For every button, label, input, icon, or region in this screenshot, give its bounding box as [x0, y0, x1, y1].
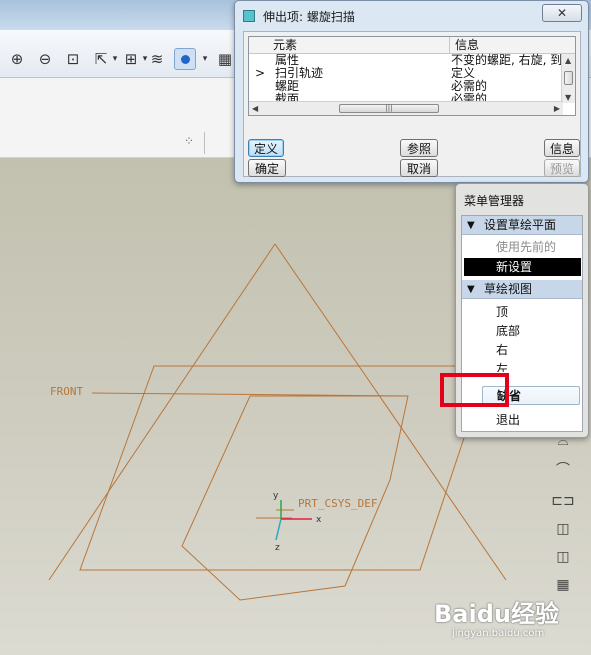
- ok-button[interactable]: 确定: [248, 159, 286, 177]
- scroll-thumb[interactable]: |||: [339, 104, 439, 113]
- section-sketch-view[interactable]: ▼ 草绘视图: [462, 280, 582, 299]
- menu-title: 菜单管理器: [464, 194, 525, 208]
- dialog-title: 伸出项: 螺旋扫描: [263, 9, 355, 24]
- triangle-outline-left: [48, 243, 276, 581]
- datum-plane-icon[interactable]: ◫: [552, 518, 574, 540]
- helical-sweep-dialog: 伸出项: 螺旋扫描 ✕ 元素 信息 属性 不变的螺距, 右旋, 到 > 扫引轨迹…: [234, 0, 589, 183]
- scroll-left-icon[interactable]: ◀: [252, 104, 258, 113]
- menu-item-use-previous[interactable]: 使用先前的: [462, 238, 582, 256]
- axis-y-label: y: [273, 491, 279, 501]
- column-header-element[interactable]: 元素: [249, 37, 449, 54]
- front-label: FRONT: [50, 385, 83, 398]
- section-setup-sketch-plane[interactable]: ▼ 设置草绘平面: [462, 216, 582, 235]
- scroll-thumb[interactable]: [564, 71, 573, 85]
- baidu-jingyan-watermark: Baidu经验 jingyan.baidu.com: [422, 588, 587, 650]
- menu-item-new-setup[interactable]: 新设置: [464, 258, 581, 276]
- dialog-body: 元素 信息 属性 不变的螺距, 右旋, 到 > 扫引轨迹 定义 螺距 必需的 截…: [243, 31, 581, 177]
- cancel-button[interactable]: 取消: [400, 159, 438, 177]
- element-table[interactable]: 元素 信息 属性 不变的螺距, 右旋, 到 > 扫引轨迹 定义 螺距 必需的 截…: [248, 36, 576, 116]
- info-button[interactable]: 信息: [544, 139, 580, 157]
- menu-item-right[interactable]: 右: [462, 341, 582, 359]
- axis-z-label: z: [275, 543, 280, 553]
- section-label: 草绘视图: [484, 282, 533, 296]
- datum-curve-2-icon[interactable]: ⌒: [552, 458, 574, 480]
- feature-icon: [243, 10, 255, 22]
- datum-plane-2-icon[interactable]: ◫: [552, 546, 574, 568]
- watermark-logo: Baidu经验: [434, 600, 559, 628]
- dialog-titlebar[interactable]: 伸出项: 螺旋扫描: [235, 1, 588, 31]
- axis-x-label: x: [316, 515, 322, 525]
- csys-label: PRT_CSYS_DEF: [298, 497, 377, 510]
- front-datum-plane: [79, 365, 489, 571]
- preview-button[interactable]: 预览: [544, 159, 580, 177]
- vertical-scrollbar[interactable]: ▲ ▼: [561, 54, 575, 103]
- section-label: 设置草绘平面: [484, 218, 557, 232]
- menu-item-exit[interactable]: 退出: [462, 411, 582, 429]
- watermark-url: jingyan.baidu.com: [452, 628, 545, 639]
- column-header-info[interactable]: 信息: [449, 37, 575, 54]
- scroll-right-icon[interactable]: ▶: [554, 104, 560, 113]
- menu-item-left[interactable]: 左: [462, 360, 582, 372]
- horizontal-scrollbar[interactable]: ◀ ||| ▶: [249, 101, 563, 115]
- menu-item-bottom[interactable]: 底部: [462, 322, 582, 340]
- scroll-down-icon[interactable]: ▼: [565, 93, 571, 102]
- close-button[interactable]: ✕: [542, 4, 582, 22]
- highlight-annotation: [440, 373, 509, 407]
- csys-z-axis: [275, 518, 282, 541]
- scroll-up-icon[interactable]: ▲: [565, 56, 571, 65]
- row-marker: >: [255, 66, 266, 80]
- reference-button[interactable]: 参照: [400, 139, 438, 157]
- collapse-triangle-icon: ▼: [467, 220, 475, 231]
- mirror-icon[interactable]: ⊏⊐: [551, 490, 574, 512]
- collapse-triangle-icon: ▼: [467, 284, 475, 295]
- define-button[interactable]: 定义: [248, 139, 284, 157]
- menu-item-top[interactable]: 顶: [462, 303, 582, 321]
